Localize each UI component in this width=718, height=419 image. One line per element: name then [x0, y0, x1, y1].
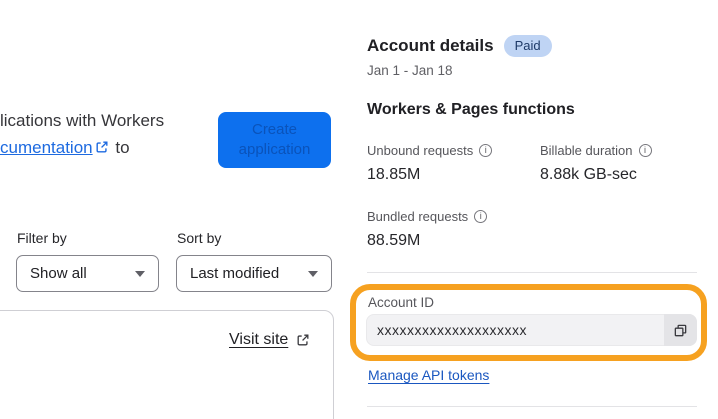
sort-by-label: Sort by — [177, 230, 222, 246]
chevron-down-icon — [135, 270, 145, 277]
account-id-input[interactable] — [367, 315, 663, 345]
sort-dropdown[interactable]: Last modified — [176, 255, 332, 292]
paid-badge: Paid — [503, 35, 552, 57]
account-id-label: Account ID — [368, 295, 435, 310]
filter-by-label: Filter by — [17, 230, 67, 246]
copy-icon — [673, 323, 688, 338]
workers-pages-dashboard: lications with Workers cumentation to Cr… — [0, 0, 718, 419]
intro-after-link: to — [115, 138, 130, 157]
external-link-icon — [95, 140, 109, 154]
divider — [367, 272, 697, 273]
date-range: Jan 1 - Jan 18 — [367, 63, 453, 78]
chevron-down-icon — [308, 270, 318, 277]
filter-dropdown[interactable]: Show all — [16, 255, 159, 292]
stat-billable-duration: Billable duration i 8.88k GB-sec — [540, 143, 652, 184]
manage-api-tokens-link[interactable]: Manage API tokens — [368, 367, 489, 383]
info-icon[interactable]: i — [638, 144, 652, 157]
copy-account-id-button[interactable] — [664, 314, 697, 346]
account-details-title: Account details — [367, 36, 494, 55]
external-link-icon — [296, 333, 310, 347]
visit-site-label: Visit site — [229, 331, 289, 348]
documentation-link[interactable]: cumentation — [0, 138, 93, 157]
workers-pages-functions-title: Workers & Pages functions — [367, 101, 575, 118]
info-icon[interactable]: i — [474, 210, 488, 223]
intro-line1: lications with Workers — [0, 111, 165, 130]
stat-bundled-value: 88.59M — [367, 232, 421, 249]
create-application-button[interactable]: Create application — [218, 112, 331, 168]
info-icon[interactable]: i — [479, 144, 493, 157]
project-card — [0, 310, 334, 419]
account-details-header: Account details Paid — [367, 35, 552, 57]
divider — [367, 406, 697, 407]
stat-unbound-requests: Unbound requests i 18.85M — [367, 143, 493, 184]
stat-billable-value: 8.88k GB-sec — [540, 166, 637, 183]
stat-bundled-requests: Bundled requests i 88.59M — [367, 209, 488, 250]
stat-unbound-label: Unbound requests — [367, 143, 474, 158]
stat-billable-label: Billable duration — [540, 143, 633, 158]
sort-dropdown-value: Last modified — [190, 265, 280, 282]
filter-dropdown-value: Show all — [30, 265, 87, 282]
account-id-field — [366, 314, 697, 346]
stat-unbound-value: 18.85M — [367, 166, 421, 183]
visit-site-link[interactable]: Visit site — [229, 331, 312, 349]
intro-paragraph: lications with Workers cumentation to — [0, 107, 215, 161]
stat-bundled-label: Bundled requests — [367, 209, 469, 224]
